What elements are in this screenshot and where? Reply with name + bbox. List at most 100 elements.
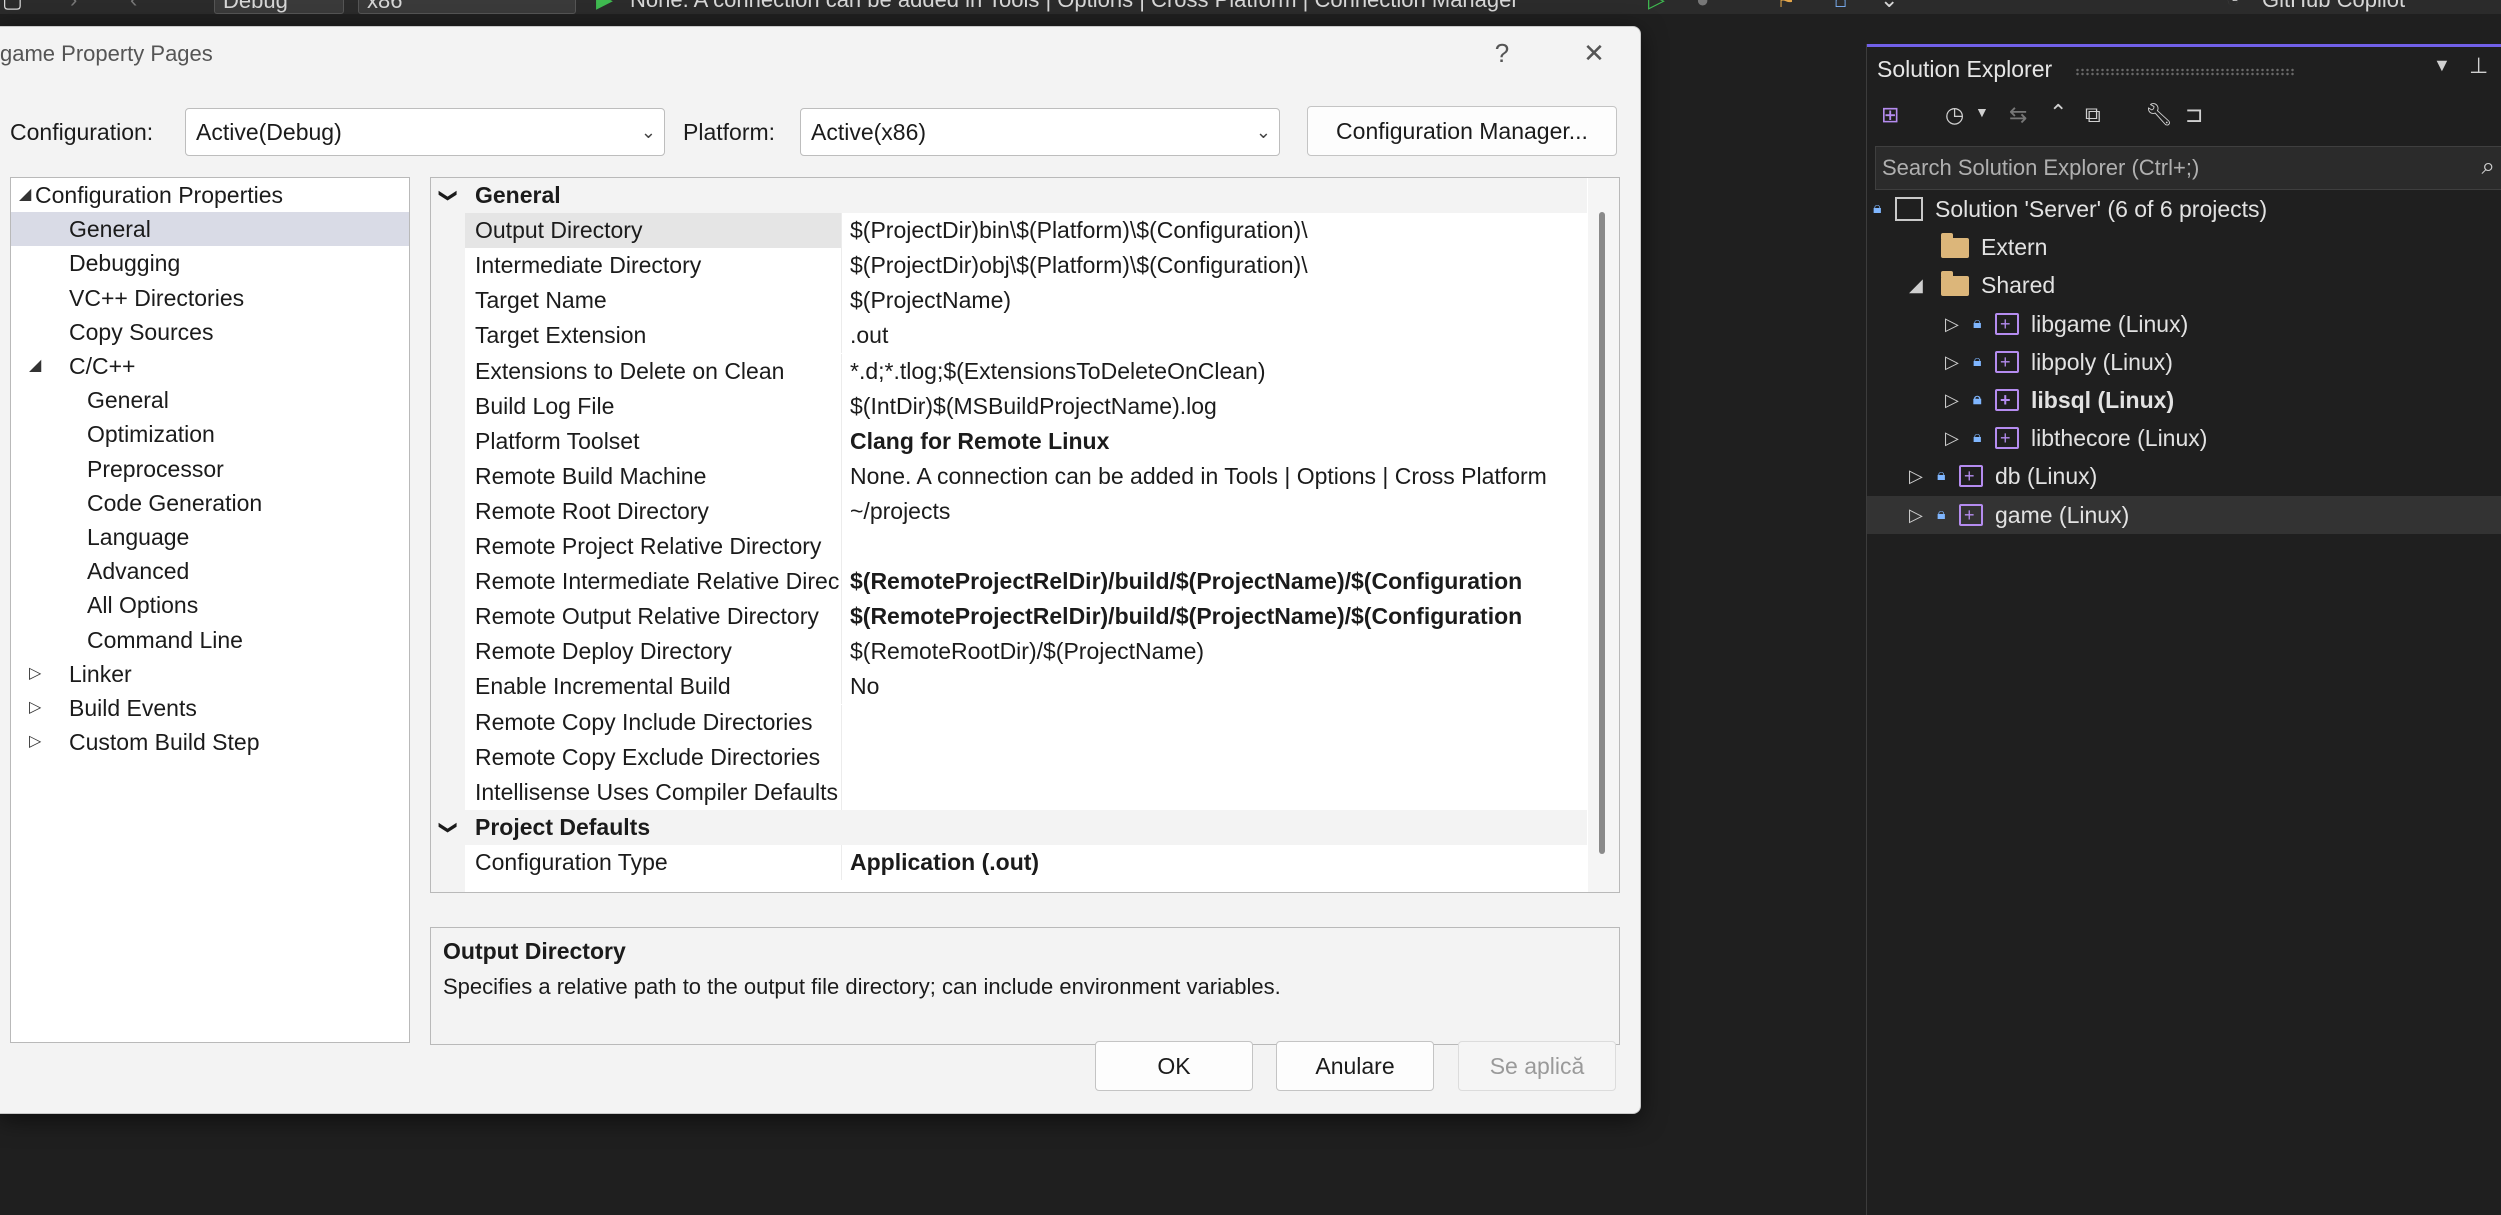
tree-item[interactable]: Language — [11, 520, 409, 554]
collapsed-triangle-icon[interactable]: ▷ — [1945, 381, 1959, 419]
collapsed-triangle-icon[interactable]: ▷ — [1945, 343, 1959, 381]
tree-item[interactable]: All Options — [11, 588, 409, 622]
properties-wrench-icon[interactable]: 🔧︎ — [2145, 102, 2173, 128]
show-all-files-icon[interactable]: ⧉ — [2085, 102, 2101, 128]
tree-item[interactable]: Advanced — [11, 554, 409, 588]
solution-platform-combo[interactable]: x86 — [358, 0, 576, 14]
switch-views-icon[interactable]: ⊞ — [1881, 102, 1899, 128]
tree-item[interactable]: Code Generation — [11, 486, 409, 520]
collapsed-triangle-icon[interactable]: ▷ — [1945, 419, 1959, 457]
tree-item[interactable]: VC++ Directories — [11, 281, 409, 315]
solution-search-box[interactable]: Search Solution Explorer (Ctrl+;) ⌕ — [1875, 146, 2501, 190]
expanded-triangle-icon[interactable]: ◢ — [29, 349, 41, 383]
expanded-triangle-icon[interactable]: ◢ — [19, 178, 31, 212]
ide-menu-icon[interactable]: ▢ — [2, 0, 23, 14]
close-button[interactable]: ✕ — [1572, 33, 1616, 73]
search-icon[interactable]: ⌕ — [2482, 153, 2495, 181]
property-value[interactable]: *.d;*.tlog;$(ExtensionsToDeleteOnClean) — [841, 353, 1587, 389]
property-value[interactable]: $(RemoteProjectRelDir)/build/$(ProjectNa… — [841, 564, 1587, 600]
start-without-debug-icon[interactable]: ▷ — [1648, 0, 1665, 14]
property-value[interactable] — [841, 529, 1587, 564]
property-row[interactable]: Remote Root Directory ~/projects — [431, 493, 1587, 529]
property-row[interactable]: Intellisense Uses Compiler Defaults — [431, 774, 1587, 810]
property-row[interactable]: Platform Toolset Clang for Remote Linux — [431, 423, 1587, 459]
property-value[interactable]: ~/projects — [841, 493, 1587, 529]
collapse-all-icon[interactable]: ⌃ — [2049, 100, 2067, 126]
property-row[interactable]: Target Name $(ProjectName) — [431, 283, 1587, 319]
property-value[interactable]: $(RemoteProjectRelDir)/build/$(ProjectNa… — [841, 599, 1587, 635]
solution-tree-item[interactable]: 🔒︎ Solution 'Server' (6 of 6 projects) — [1867, 190, 2501, 228]
property-value[interactable] — [841, 704, 1587, 740]
chevron-down-icon[interactable]: ❯ — [431, 188, 466, 203]
tree-item[interactable]: Copy Sources — [11, 315, 409, 349]
pending-changes-icon[interactable]: ◷ — [1945, 102, 1964, 128]
tree-item[interactable]: General — [11, 212, 409, 247]
property-value[interactable]: Clang for Remote Linux — [841, 423, 1587, 459]
property-row[interactable]: Remote Deploy Directory $(RemoteRootDir)/… — [431, 634, 1587, 670]
collapsed-triangle-icon[interactable]: ▷ — [29, 725, 41, 759]
property-row[interactable]: Intermediate Directory $(ProjectDir)obj\$… — [431, 248, 1587, 284]
property-value[interactable]: No — [841, 669, 1587, 705]
property-value[interactable]: $(ProjectDir)bin\$(Platform)\$(Configura… — [841, 213, 1587, 249]
property-row[interactable]: Target Extension .out — [431, 318, 1587, 354]
tree-item[interactable]: ▷ Linker — [11, 657, 409, 691]
property-row[interactable]: Extensions to Delete on Clean *.d;*.tlog;… — [431, 353, 1587, 389]
toolbar-overflow-icon[interactable]: ⌄ — [1880, 0, 1898, 14]
property-value[interactable]: Application (.out) — [841, 844, 1587, 880]
solution-tree-item[interactable]: ▷ 🔒︎ libsql (Linux) — [1867, 381, 2501, 419]
drag-grip[interactable] — [2075, 68, 2295, 76]
back-icon[interactable]: › — [70, 0, 77, 14]
property-row[interactable]: Configuration Type Application (.out) — [431, 844, 1587, 880]
property-row[interactable]: Remote Build Machine None. A connection c… — [431, 458, 1587, 494]
copilot-label[interactable]: GitHub Copilot — [2262, 0, 2405, 14]
property-value[interactable]: None. A connection can be added in Tools… — [841, 458, 1587, 494]
solution-tree-item[interactable]: ◢ Shared — [1867, 266, 2501, 304]
property-row[interactable]: Remote Intermediate Relative Direc $(Remo… — [431, 564, 1587, 600]
property-value[interactable]: $(ProjectName) — [841, 283, 1587, 319]
sync-icon[interactable]: ⇆ — [2009, 102, 2027, 128]
ok-button[interactable]: OK — [1095, 1041, 1253, 1091]
property-row[interactable]: Remote Copy Include Directories — [431, 704, 1587, 740]
tree-item[interactable]: ▷ Custom Build Step — [11, 725, 409, 759]
collapsed-triangle-icon[interactable]: ▷ — [29, 691, 41, 725]
expanded-triangle-icon[interactable]: ◢ — [1909, 266, 1923, 304]
property-row[interactable]: Remote Project Relative Directory — [431, 529, 1587, 564]
solution-tree-item[interactable]: ▷ 🔒︎ libgame (Linux) — [1867, 305, 2501, 343]
configuration-manager-button[interactable]: Configuration Manager... — [1307, 106, 1617, 156]
collapsed-triangle-icon[interactable]: ▷ — [1909, 496, 1923, 534]
property-value[interactable]: $(IntDir)$(MSBuildProjectName).log — [841, 388, 1587, 424]
property-row[interactable]: Enable Incremental Build No — [431, 669, 1587, 705]
solution-tree-item[interactable]: ▷ 🔒︎ libthecore (Linux) — [1867, 419, 2501, 457]
property-row[interactable]: Build Log File $(IntDir)$(MSBuildProjectN… — [431, 388, 1587, 424]
stop-icon[interactable]: ● — [1696, 0, 1709, 14]
pin-icon[interactable]: ⊥ — [2469, 53, 2488, 79]
tree-item[interactable]: Debugging — [11, 246, 409, 280]
tree-item[interactable]: Preprocessor — [11, 452, 409, 486]
chevron-down-icon[interactable]: ▼ — [1975, 104, 1989, 120]
tree-item[interactable]: ◢ C/C++ — [11, 349, 409, 383]
window-position-icon[interactable]: ▼ — [2433, 55, 2451, 76]
solution-tree-item[interactable]: ▷ 🔒︎ libpoly (Linux) — [1867, 343, 2501, 381]
tree-item[interactable]: ◢ Configuration Properties — [11, 178, 409, 212]
property-value[interactable] — [841, 739, 1587, 775]
grid-category[interactable]: ❯ Project Defaults — [431, 809, 1587, 845]
run-target-label[interactable]: None. A connection can be added in Tools… — [630, 0, 1519, 14]
tree-item[interactable]: General — [11, 383, 409, 417]
solution-config-combo[interactable]: Debug — [214, 0, 344, 14]
grid-category[interactable]: ❯ General — [431, 178, 1587, 213]
collapsed-triangle-icon[interactable]: ▷ — [29, 657, 41, 691]
collapsed-triangle-icon[interactable]: ▷ — [1909, 457, 1923, 495]
grid-scrollbar-thumb[interactable] — [1599, 212, 1605, 854]
help-button[interactable]: ? — [1480, 33, 1524, 73]
forward-icon[interactable]: ‹ — [130, 0, 137, 14]
tree-item[interactable]: ▷ Build Events — [11, 691, 409, 725]
solution-tree-item[interactable]: ▷ 🔒︎ game (Linux) — [1867, 495, 2501, 534]
tree-item[interactable]: Command Line — [11, 623, 409, 657]
tree-item[interactable]: Optimization — [11, 417, 409, 451]
start-debug-icon[interactable]: ▶ — [596, 0, 613, 14]
solution-tree-item[interactable]: ▷ 🔒︎ db (Linux) — [1867, 457, 2501, 495]
platform-select[interactable]: Active(x86) ⌄ — [800, 108, 1280, 156]
collapsed-triangle-icon[interactable]: ▷ — [1945, 305, 1959, 343]
property-row[interactable]: Output Directory $(ProjectDir)bin\$(Platf… — [431, 213, 1587, 249]
property-row[interactable]: Remote Copy Exclude Directories — [431, 739, 1587, 775]
